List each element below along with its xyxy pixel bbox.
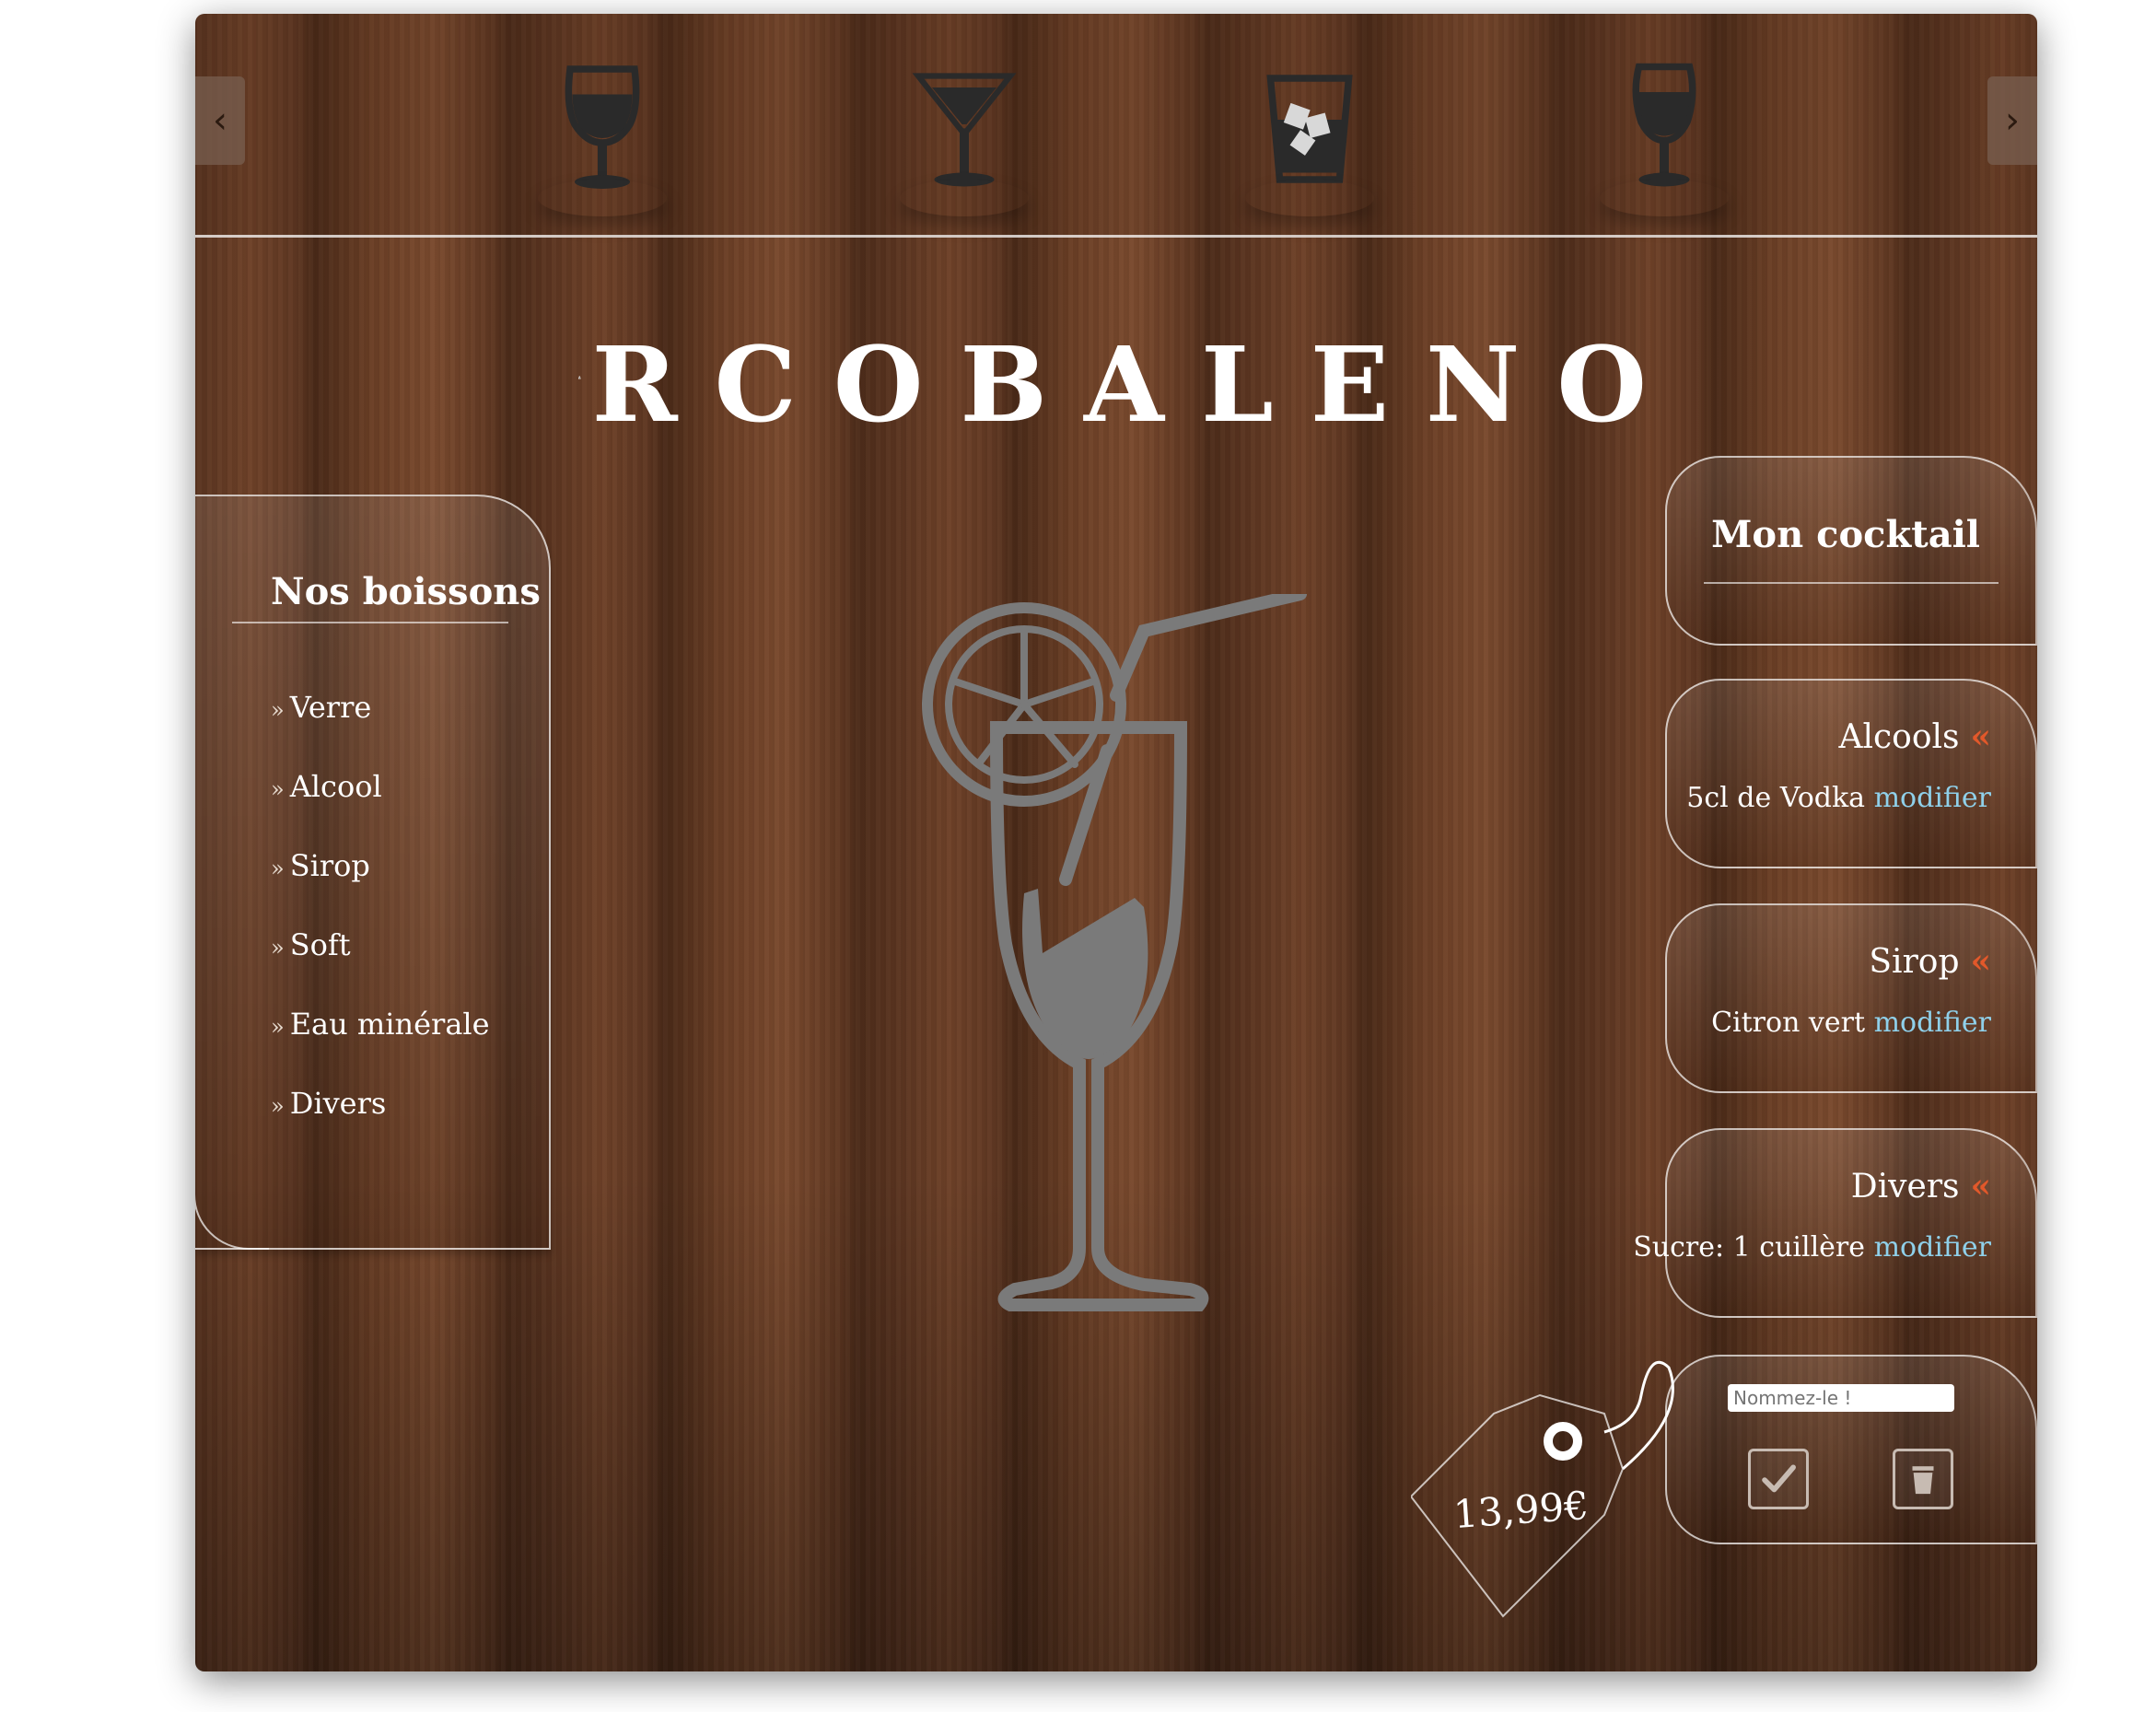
trash-icon — [1912, 1466, 1934, 1495]
selection-text: Citron vert — [1711, 1007, 1866, 1039]
menu-item-label: Verre — [289, 690, 372, 725]
cocktail-name-panel — [1665, 1355, 2037, 1544]
section-title-label: Sirop — [1869, 943, 1960, 981]
cocktail-name-input[interactable] — [1728, 1384, 1954, 1412]
checkmark-icon — [1762, 1464, 1796, 1493]
sirop-title[interactable]: Sirop « — [1869, 942, 1991, 981]
chevron-right-icon: » — [271, 935, 285, 961]
divers-value: Sucre: 1 cuillère modifier — [1633, 1231, 1991, 1264]
carousel-next-button[interactable]: › — [1987, 76, 2037, 165]
collapse-icon: « — [1970, 942, 1992, 981]
whisky-glass-icon — [1266, 75, 1353, 183]
menu-item-label: Eau minérale — [289, 1007, 490, 1042]
glass-option-tulip[interactable] — [1572, 60, 1756, 216]
menu-item-divers[interactable]: » Divers — [271, 1086, 490, 1165]
martini-glass-icon — [912, 73, 1017, 187]
carousel-prev-button[interactable]: ‹ — [195, 76, 245, 165]
glass-option-wine[interactable] — [510, 60, 694, 216]
alcools-value: 5cl de Vodka modifier — [1686, 782, 1991, 814]
drinks-menu-title: Nos boissons — [271, 570, 541, 613]
confirm-button[interactable] — [1748, 1449, 1809, 1509]
chevron-right-icon: » — [271, 1093, 285, 1119]
section-title-label: Divers — [1850, 1168, 1960, 1205]
sirop-section: Sirop « Citron vert modifier — [1665, 903, 2037, 1093]
chevron-right-icon: » — [271, 856, 285, 881]
menu-item-alcool[interactable]: » Alcool — [271, 769, 490, 848]
modify-divers-link[interactable]: modifier — [1874, 1231, 1991, 1264]
wine-glass-icon — [565, 65, 640, 189]
selection-text: 5cl de Vodka — [1686, 782, 1866, 814]
menu-item-label: Soft — [289, 927, 351, 962]
alcools-title[interactable]: Alcools « — [1838, 717, 1991, 756]
menu-item-label: Divers — [289, 1086, 387, 1121]
tulip-glass-icon — [1632, 63, 1696, 187]
my-cocktail-panel: Mon cocktail — [1665, 456, 2037, 646]
price-value: 13,99€ — [1451, 1482, 1591, 1538]
cocktail-illustration — [922, 594, 1307, 1311]
divider — [1704, 582, 1999, 584]
menu-item-verre[interactable]: » Verre — [271, 690, 490, 769]
menu-item-sirop[interactable]: » Sirop — [271, 848, 490, 927]
divider — [232, 622, 508, 623]
brand-name: RCOBALENO — [591, 325, 1684, 446]
chevron-right-icon: » — [271, 697, 285, 723]
modify-alcools-link[interactable]: modifier — [1874, 782, 1991, 814]
logo-glass-a-icon — [578, 376, 581, 379]
divers-section: Divers « Sucre: 1 cuillère modifier — [1633, 1128, 2037, 1318]
collapse-icon: « — [1970, 1167, 1992, 1205]
alcools-section: Alcools « 5cl de Vodka modifier — [1665, 679, 2037, 868]
chevron-right-icon: » — [271, 1014, 285, 1040]
chevron-right-icon: › — [2005, 99, 2020, 142]
section-title-label: Alcools — [1838, 718, 1960, 756]
chevron-right-icon: » — [271, 776, 285, 802]
sirop-value: Citron vert modifier — [1711, 1007, 1991, 1039]
menu-item-label: Alcool — [289, 769, 382, 804]
drinks-menu-panel: Nos boissons » Verre » Alcool » Sirop » Soft… — [195, 495, 551, 1250]
divers-title[interactable]: Divers « — [1851, 1167, 1991, 1205]
drinks-menu-list: » Verre » Alcool » Sirop » Soft » Eau minéral… — [271, 690, 490, 1165]
app-frame: ‹ › RCOBALENO Nos boissons » Verre » Alc… — [195, 14, 2037, 1671]
glass-carousel: ‹ › — [195, 14, 2037, 238]
chevron-left-icon: ‹ — [213, 99, 227, 142]
my-cocktail-title: Mon cocktail — [1711, 513, 1980, 556]
glass-option-martini[interactable] — [872, 60, 1056, 216]
delete-button[interactable] — [1893, 1449, 1953, 1509]
selection-text: Sucre: 1 cuillère — [1633, 1231, 1866, 1264]
collapse-icon: « — [1970, 717, 1992, 756]
menu-item-label: Sirop — [289, 848, 370, 883]
menu-item-eau-minerale[interactable]: » Eau minérale — [271, 1007, 490, 1086]
menu-item-soft[interactable]: » Soft — [271, 927, 490, 1007]
modify-sirop-link[interactable]: modifier — [1874, 1007, 1991, 1039]
brand-logo: RCOBALENO — [578, 290, 1684, 437]
glass-option-whisky[interactable] — [1218, 60, 1402, 216]
